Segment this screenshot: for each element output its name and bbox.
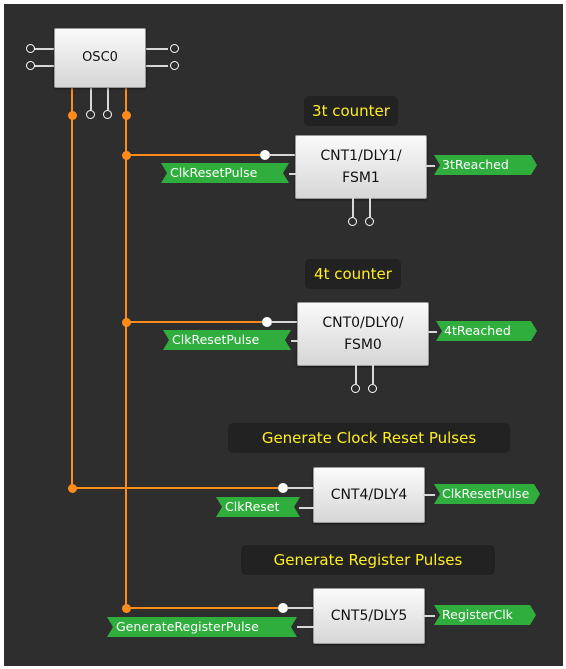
cnt1-output-port-label: 3tReached xyxy=(442,157,509,172)
cnt4-input-port-label: ClkReset xyxy=(225,499,280,514)
cnt1-input-port[interactable]: ClkResetPulse xyxy=(161,163,289,183)
cnt4-title-text: Generate Clock Reset Pulses xyxy=(261,429,477,447)
cnt0-block[interactable]: CNT0/DLY0/ FSM0 xyxy=(297,302,429,366)
junction-dot xyxy=(67,110,77,120)
osc-bottom-pin-2[interactable] xyxy=(86,110,95,119)
clock-branch-cnt1 xyxy=(126,154,264,156)
schematic-canvas: OSC0 3t counter CNT1/DLY1/ FSM1 ClkReset… xyxy=(4,4,563,666)
cnt1-output-port[interactable]: 3tReached xyxy=(434,155,537,175)
cnt1-bottom-lead-2 xyxy=(369,197,371,217)
cnt4-label: CNT4/DLY4 xyxy=(330,487,408,503)
cnt1-input-port-label: ClkResetPulse xyxy=(170,165,258,180)
osc0-label: OSC0 xyxy=(82,50,118,65)
cnt1-clock-lead xyxy=(269,154,295,156)
cnt0-bottom-pin-2[interactable] xyxy=(368,384,377,393)
cnt0-input-port[interactable]: ClkResetPulse xyxy=(163,330,291,350)
junction-dot xyxy=(67,483,77,493)
cnt0-output-port[interactable]: 4tReached xyxy=(436,321,537,341)
osc-out-wire-1 xyxy=(71,86,73,114)
cnt0-input-port-label: ClkResetPulse xyxy=(172,332,260,347)
junction-dot xyxy=(121,317,131,327)
cnt4-output-port-label: ClkResetPulse xyxy=(442,486,530,501)
cnt5-label: CNT5/DLY5 xyxy=(330,608,408,624)
cnt1-in-lead xyxy=(289,173,297,175)
cnt1-block[interactable]: CNT1/DLY1/ FSM1 xyxy=(295,135,427,199)
cnt4-output-port[interactable]: ClkResetPulse xyxy=(434,484,540,504)
cnt4-input-port[interactable]: ClkReset xyxy=(216,497,300,517)
cnt0-out-lead xyxy=(427,331,437,333)
cnt5-in-lead xyxy=(297,626,315,628)
osc-out-wire-3 xyxy=(107,86,109,110)
osc-output-pin-2[interactable] xyxy=(170,61,179,70)
cnt0-label: CNT0/DLY0/ FSM0 xyxy=(322,315,404,353)
clock-branch-cnt4 xyxy=(72,487,278,489)
osc0-block[interactable]: OSC0 xyxy=(54,28,146,88)
osc-bottom-pin-3[interactable] xyxy=(103,110,112,119)
cnt5-title: Generate Register Pulses xyxy=(241,545,495,575)
clock-branch-cnt5 xyxy=(126,607,278,609)
osc-right-wire-top xyxy=(144,48,168,50)
cnt0-output-port-label: 4tReached xyxy=(444,323,511,338)
cnt4-block[interactable]: CNT4/DLY4 xyxy=(313,467,425,523)
osc-out-wire-2 xyxy=(90,86,92,110)
cnt0-in-lead xyxy=(291,340,299,342)
cnt5-input-port-label: GenerateRegisterPulse xyxy=(116,619,259,634)
cnt1-bottom-pin-1[interactable] xyxy=(348,217,357,226)
cnt5-block[interactable]: CNT5/DLY5 xyxy=(313,588,425,644)
cnt4-out-lead xyxy=(423,494,435,496)
clock-trunk-left xyxy=(71,114,73,488)
cnt1-out-lead xyxy=(425,165,435,167)
osc-output-pin-1[interactable] xyxy=(170,44,179,53)
cnt4-in-lead xyxy=(299,507,315,509)
cnt0-title: 4t counter xyxy=(305,259,401,289)
cnt5-out-lead xyxy=(423,615,435,617)
cnt0-bottom-pin-1[interactable] xyxy=(351,384,360,393)
cnt1-title: 3t counter xyxy=(304,96,398,126)
cnt0-clock-lead xyxy=(271,321,297,323)
osc-input-pin-1[interactable] xyxy=(26,44,35,53)
osc-left-wire-top xyxy=(34,48,54,50)
osc-left-wire-bottom xyxy=(34,65,54,67)
cnt4-clock-lead xyxy=(287,487,313,489)
cnt5-clock-lead xyxy=(287,607,313,609)
cnt5-title-text: Generate Register Pulses xyxy=(273,551,463,569)
clock-branch-cnt0 xyxy=(126,321,264,323)
cnt0-bottom-lead-2 xyxy=(372,364,374,384)
cnt4-title: Generate Clock Reset Pulses xyxy=(228,423,510,453)
osc-out-wire-4 xyxy=(125,86,127,114)
cnt1-title-text: 3t counter xyxy=(312,102,390,120)
cnt0-title-text: 4t counter xyxy=(314,265,392,283)
clock-trunk-right xyxy=(125,114,127,608)
junction-dot xyxy=(121,150,131,160)
cnt5-input-port[interactable]: GenerateRegisterPulse xyxy=(107,617,297,637)
cnt1-bottom-pin-2[interactable] xyxy=(365,217,374,226)
cnt5-output-port-label: RegisterClk xyxy=(442,607,513,622)
osc-input-pin-2[interactable] xyxy=(26,61,35,70)
cnt0-bottom-lead-1 xyxy=(355,364,357,384)
cnt5-output-port[interactable]: RegisterClk xyxy=(434,605,536,625)
cnt1-bottom-lead-1 xyxy=(352,197,354,217)
junction-dot xyxy=(121,110,131,120)
junction-dot xyxy=(121,603,131,613)
cnt1-label: CNT1/DLY1/ FSM1 xyxy=(320,148,402,186)
osc-right-wire-bottom xyxy=(144,65,168,67)
